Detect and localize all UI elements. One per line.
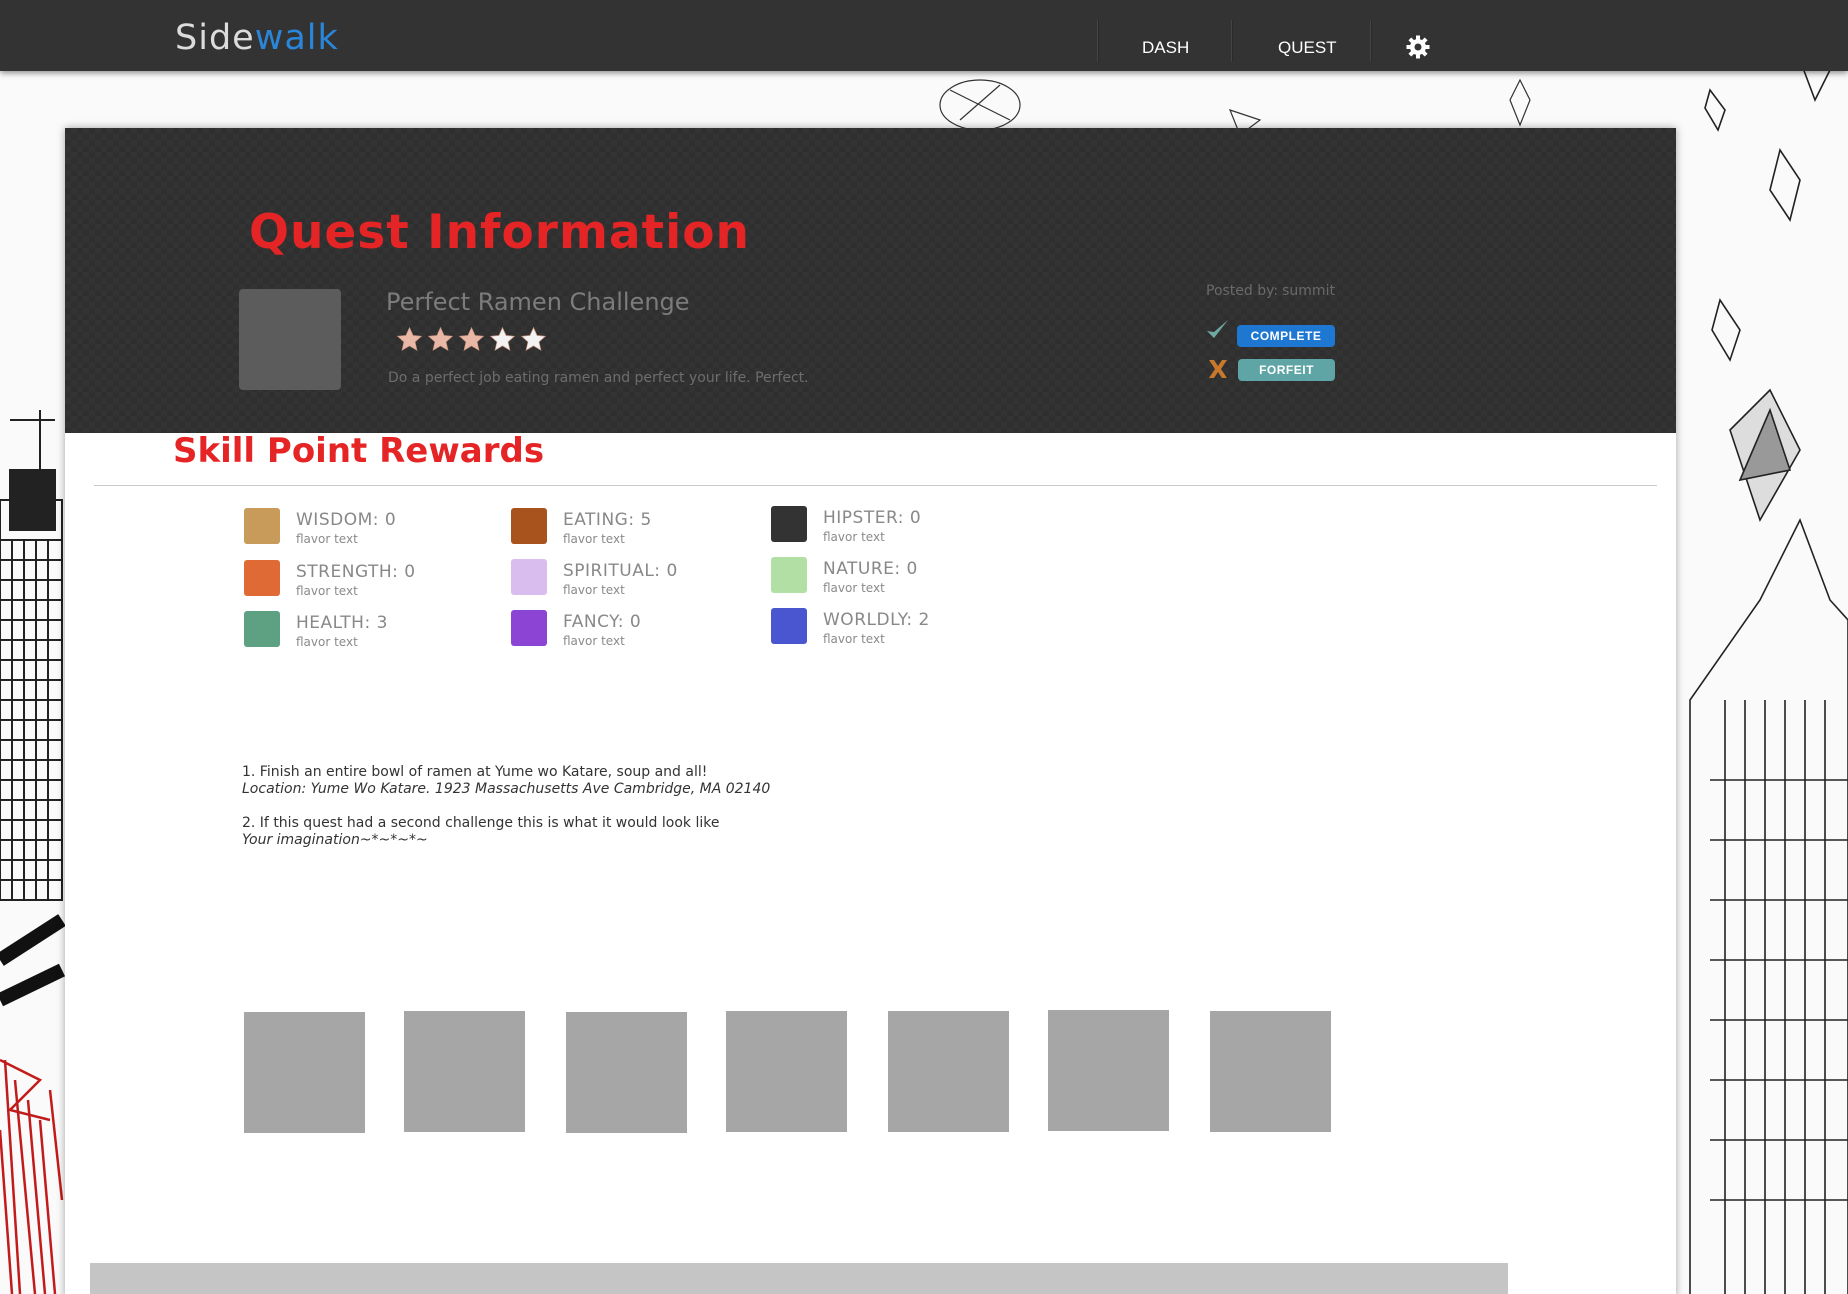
challenge-text: 1. Finish an entire bowl of ramen at Yum… <box>242 764 708 780</box>
skill-name: FANCY: 0 <box>563 612 642 632</box>
skill-name: HEALTH: 3 <box>296 613 388 633</box>
posted-by-label: Posted by: <box>1206 283 1279 299</box>
skill-name: STRENGTH: 0 <box>296 562 416 582</box>
footer-bar <box>90 1263 1508 1294</box>
star-icon[interactable] <box>396 326 423 353</box>
challenge-item: 1. Finish an entire bowl of ramen at Yum… <box>242 764 770 797</box>
skill-swatch <box>244 611 280 647</box>
skill-name: HIPSTER: 0 <box>823 508 922 528</box>
complete-button[interactable]: COMPLETE <box>1237 325 1335 347</box>
nav-link-dash[interactable]: DASH <box>1142 38 1189 58</box>
quest-card: Quest Information Perfect Ramen Challeng… <box>65 128 1676 1294</box>
skill-swatch <box>511 610 547 646</box>
skill-flavor: flavor text <box>296 532 358 546</box>
logo-text-side: Side <box>175 18 255 58</box>
nav-divider <box>1231 20 1233 62</box>
skill-flavor: flavor text <box>823 530 885 544</box>
skill-swatch <box>511 508 547 544</box>
posted-by: Posted by: summit <box>1206 283 1335 299</box>
star-icon[interactable] <box>489 326 516 353</box>
skill-name: SPIRITUAL: 0 <box>563 561 678 581</box>
nav-link-quest[interactable]: QUEST <box>1278 38 1337 58</box>
rewards-title: Skill Point Rewards <box>173 431 545 471</box>
top-navigation-bar: Sidewalk DASH QUEST <box>0 0 1848 71</box>
skill-swatch <box>244 508 280 544</box>
skill-swatch <box>771 506 807 542</box>
skill-flavor: flavor text <box>296 635 358 649</box>
gallery-thumbnail[interactable] <box>244 1012 365 1133</box>
star-icon[interactable] <box>520 326 547 353</box>
skill-flavor: flavor text <box>563 532 625 546</box>
skill-swatch <box>244 560 280 596</box>
star-icon[interactable] <box>427 326 454 353</box>
gallery-thumbnail[interactable] <box>726 1011 847 1132</box>
gear-icon[interactable] <box>1406 35 1430 59</box>
challenge-location: Location: Yume Wo Katare. 1923 Massachus… <box>242 781 771 797</box>
logo-text-walk: walk <box>254 18 339 58</box>
skill-swatch <box>511 559 547 595</box>
skill-name: NATURE: 0 <box>823 559 918 579</box>
skill-flavor: flavor text <box>563 583 625 597</box>
skill-flavor: flavor text <box>563 634 625 648</box>
section-divider <box>94 485 1657 486</box>
gallery-thumbnail[interactable] <box>888 1011 1009 1132</box>
skill-swatch <box>771 608 807 644</box>
star-icon[interactable] <box>458 326 485 353</box>
gallery-thumbnail[interactable] <box>1210 1011 1331 1132</box>
x-icon <box>1209 360 1227 378</box>
nav-divider <box>1097 20 1099 62</box>
skill-swatch <box>771 557 807 593</box>
skill-name: WISDOM: 0 <box>296 510 397 530</box>
forfeit-button[interactable]: FORFEIT <box>1238 359 1335 381</box>
page-title: Quest Information <box>249 205 750 260</box>
gallery-thumbnail[interactable] <box>1048 1010 1169 1131</box>
challenge-location: Your imagination~*~*~*~ <box>242 832 428 848</box>
skill-flavor: flavor text <box>296 584 358 598</box>
sidewalk-logo[interactable]: Sidewalk <box>175 18 339 58</box>
gallery-thumbnail[interactable] <box>404 1011 525 1132</box>
quest-info-header: Quest Information Perfect Ramen Challeng… <box>65 128 1676 433</box>
challenge-text: 2. If this quest had a second challenge … <box>242 815 720 831</box>
quest-name: Perfect Ramen Challenge <box>386 288 690 316</box>
quest-description: Do a perfect job eating ramen and perfec… <box>388 370 809 386</box>
skill-name: EATING: 5 <box>563 510 652 530</box>
quest-thumbnail <box>239 289 341 390</box>
skill-name: WORLDLY: 2 <box>823 610 930 630</box>
skill-flavor: flavor text <box>823 632 885 646</box>
star-rating[interactable] <box>396 326 547 353</box>
check-icon <box>1207 320 1228 338</box>
challenge-item: 2. If this quest had a second challenge … <box>242 815 719 848</box>
skill-flavor: flavor text <box>823 581 885 595</box>
posted-by-user[interactable]: summit <box>1282 283 1335 299</box>
nav-divider <box>1370 20 1372 62</box>
gallery-thumbnail[interactable] <box>566 1012 687 1133</box>
